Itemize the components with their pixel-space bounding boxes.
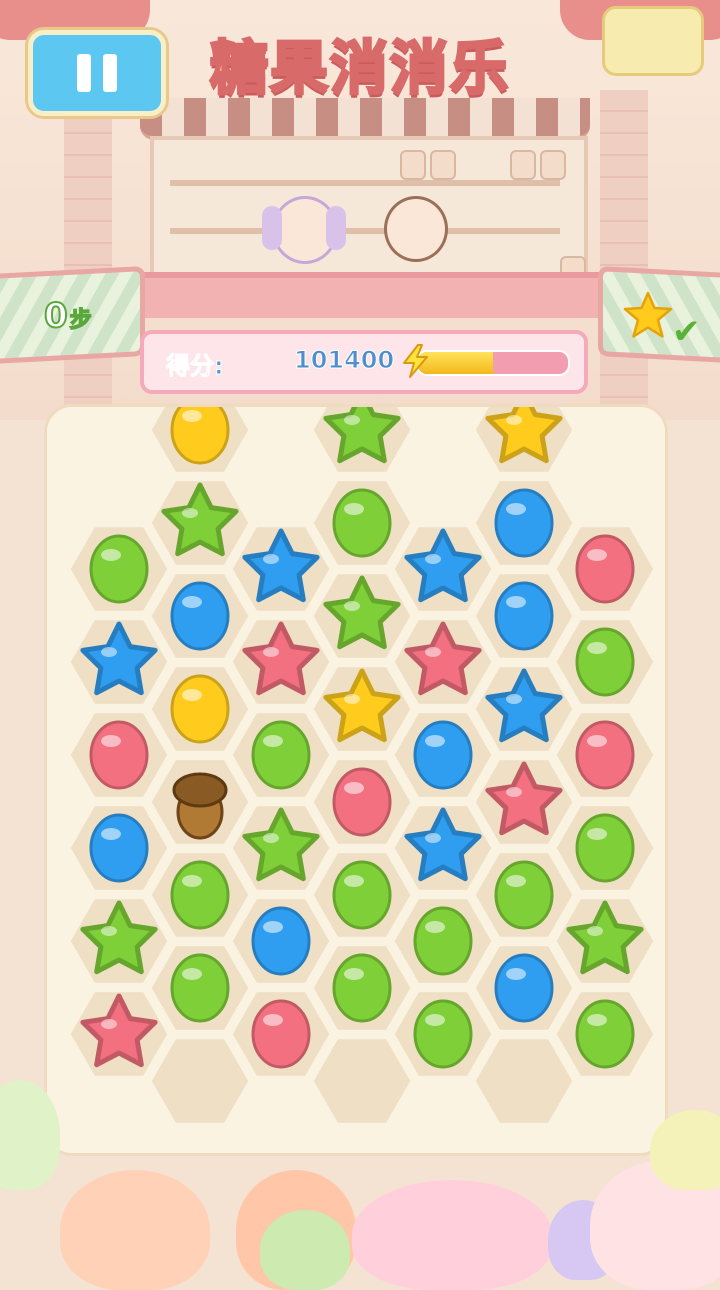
hex-grid bbox=[67, 407, 657, 1126]
green-round-candy[interactable] bbox=[575, 627, 635, 697]
green-round-candy[interactable] bbox=[170, 953, 230, 1023]
steps-unit: 步 bbox=[69, 307, 93, 334]
pause-icon bbox=[103, 54, 117, 92]
green-round-candy[interactable] bbox=[332, 860, 392, 930]
shelf bbox=[170, 228, 560, 234]
jar bbox=[510, 150, 536, 180]
lightning-icon bbox=[403, 344, 428, 378]
red-round-candy[interactable] bbox=[332, 767, 392, 837]
green-round-candy[interactable] bbox=[575, 813, 635, 883]
critter-peach bbox=[60, 1170, 210, 1290]
green-round-candy[interactable] bbox=[251, 720, 311, 790]
blue-round-candy[interactable] bbox=[89, 813, 149, 883]
critter-pink bbox=[352, 1180, 552, 1290]
pillar-right bbox=[600, 90, 648, 420]
hair-right bbox=[326, 206, 346, 250]
target-yellow-star-icon bbox=[623, 291, 673, 338]
green-round-candy[interactable] bbox=[170, 860, 230, 930]
game-title: 糖果消消乐 bbox=[208, 33, 510, 104]
blue-round-candy[interactable] bbox=[413, 720, 473, 790]
steps-value: 0 bbox=[43, 295, 69, 337]
critter-lime bbox=[260, 1210, 350, 1290]
game-board bbox=[44, 404, 668, 1156]
score-progress bbox=[416, 350, 570, 376]
score-bar: 得分: 101400 bbox=[140, 330, 588, 394]
blue-round-candy[interactable] bbox=[494, 953, 554, 1023]
blue-round-candy[interactable] bbox=[494, 581, 554, 651]
red-round-candy[interactable] bbox=[575, 534, 635, 604]
green-round-candy[interactable] bbox=[332, 953, 392, 1023]
yellow-round-candy[interactable] bbox=[170, 674, 230, 744]
pause-button[interactable] bbox=[28, 30, 166, 116]
green-round-candy[interactable] bbox=[413, 999, 473, 1069]
red-round-candy[interactable] bbox=[575, 720, 635, 790]
green-round-candy[interactable] bbox=[413, 906, 473, 976]
score-label: 得分: bbox=[166, 352, 225, 381]
board-cell[interactable] bbox=[310, 1036, 414, 1126]
green-round-candy[interactable] bbox=[89, 534, 149, 604]
red-round-candy[interactable] bbox=[251, 999, 311, 1069]
jar bbox=[430, 150, 456, 180]
blue-round-candy[interactable] bbox=[251, 906, 311, 976]
hair-left bbox=[262, 206, 282, 250]
shop-sign bbox=[602, 6, 704, 76]
shop-counter bbox=[120, 272, 610, 318]
red-round-candy[interactable] bbox=[89, 720, 149, 790]
board-cell[interactable] bbox=[472, 1036, 576, 1126]
shelf bbox=[170, 180, 560, 186]
green-round-candy[interactable] bbox=[575, 999, 635, 1069]
blue-round-candy[interactable] bbox=[494, 488, 554, 558]
yellow-round-candy[interactable] bbox=[170, 407, 230, 465]
steps-counter: 0 步 bbox=[43, 295, 114, 346]
score-value: 101400 bbox=[293, 346, 395, 375]
green-round-candy[interactable] bbox=[494, 860, 554, 930]
check-icon: ✔ bbox=[672, 312, 701, 352]
shopkeeper-boy bbox=[384, 196, 448, 262]
pause-icon bbox=[77, 54, 91, 92]
pillar-left bbox=[64, 90, 112, 420]
green-round-candy[interactable] bbox=[332, 488, 392, 558]
acorn-candy[interactable] bbox=[172, 772, 228, 840]
jar bbox=[400, 150, 426, 180]
blue-round-candy[interactable] bbox=[170, 581, 230, 651]
jar bbox=[540, 150, 566, 180]
board-cell[interactable] bbox=[148, 1036, 252, 1126]
